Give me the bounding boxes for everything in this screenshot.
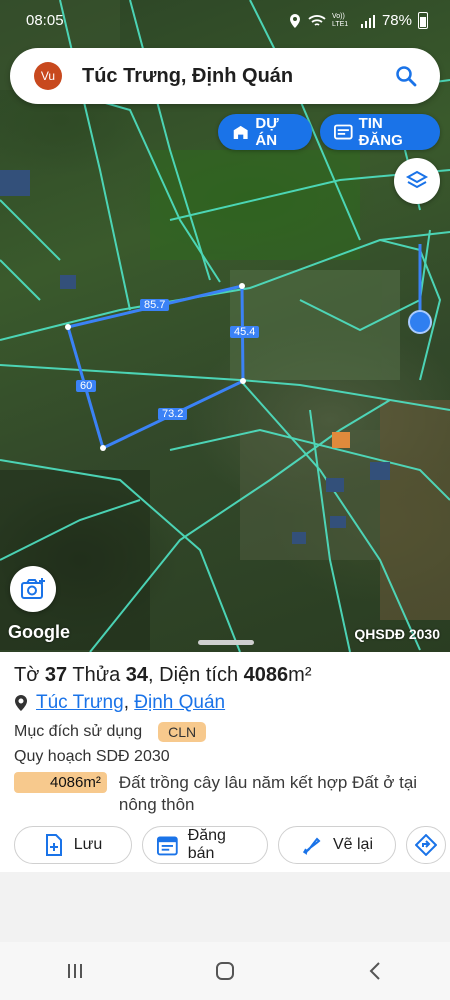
my-location-marker [408, 310, 432, 334]
sheet-footer-area [0, 872, 450, 942]
camera-icon [21, 578, 45, 599]
du-an-button[interactable]: DỰ ÁN [218, 114, 312, 150]
save-button[interactable]: Lưu [14, 826, 132, 864]
search-input[interactable]: Túc Trưng, Định Quán [82, 65, 386, 88]
status-time: 08:05 [26, 12, 64, 29]
to-label: Tờ [14, 664, 40, 686]
tin-dang-label: TIN ĐĂNG [358, 115, 403, 149]
plan-label: Quy hoạch SDĐ 2030 [14, 748, 170, 765]
layers-button[interactable] [394, 158, 440, 204]
plan-area-badge: 4086m² [14, 772, 107, 793]
directions-icon [415, 834, 437, 856]
sheet-handle[interactable] [198, 640, 254, 645]
sell-label: Đăng bán [187, 827, 226, 862]
du-an-label: DỰ ÁN [255, 115, 279, 149]
location-icon [289, 13, 300, 28]
to-value: 37 [44, 664, 68, 686]
parcel-title: Tờ 37 Thửa 34, Diện tích 4086m² [14, 664, 312, 686]
status-icons: Vo)) LTE1 78% [288, 12, 428, 29]
home-icon [216, 962, 234, 980]
recent-apps-button[interactable] [45, 951, 105, 991]
draw-icon [303, 837, 321, 855]
status-bar: 08:05 Vo)) LTE1 78% [0, 0, 450, 44]
thua-value: 34 [125, 664, 149, 686]
purpose-label: Mục đích sử dụng [14, 723, 143, 740]
district-link[interactable]: Định Quán [134, 692, 225, 713]
network-label: Vo)) LTE1 [331, 12, 349, 28]
back-icon [369, 962, 380, 980]
redraw-button[interactable]: Vẽ lại [278, 826, 396, 864]
wifi-icon [308, 14, 326, 26]
edge-label-left: 60 [76, 380, 97, 392]
add-file-icon [45, 834, 62, 856]
plan-layer-label: QHSDĐ 2030 [354, 626, 440, 642]
plan-description: Đất trồng cây lâu năm kết hợp Đất ở tại … [118, 773, 418, 814]
tin-dang-button[interactable]: TIN ĐĂNG [320, 114, 440, 150]
home-button[interactable] [195, 951, 255, 991]
news-icon [334, 124, 353, 140]
sell-button[interactable]: Đăng bán [142, 826, 268, 864]
area-value: 4086 [243, 664, 289, 686]
edge-label-right: 45.4 [230, 326, 260, 338]
building-icon [233, 125, 248, 139]
battery-icon [418, 12, 428, 29]
recents-icon [68, 964, 82, 978]
redraw-label: Vẽ lại [332, 836, 374, 853]
edge-label-bottom: 73.2 [158, 408, 188, 420]
system-nav-bar [0, 942, 450, 1000]
plan-area-row: 4086m² Đất trồng cây lâu năm kết hợp Đất… [14, 772, 444, 816]
purpose-badge: CLN [158, 722, 207, 742]
save-label: Lưu [73, 836, 103, 853]
search-bar[interactable]: Vu Túc Trưng, Định Quán [10, 48, 440, 104]
thua-label: Thửa [72, 664, 121, 686]
battery-percent: 78% [381, 12, 412, 29]
directions-button[interactable] [406, 826, 446, 864]
avatar[interactable]: Vu [34, 62, 62, 90]
commune-link[interactable]: Túc Trưng [36, 692, 124, 713]
layers-icon [405, 170, 429, 189]
area-label: Diện tích [159, 664, 239, 686]
action-buttons: Lưu Đăng bán Vẽ lại [14, 826, 446, 864]
search-icon [396, 66, 417, 87]
back-button[interactable] [345, 951, 405, 991]
land-purpose-row: Mục đích sử dụng CLN [14, 722, 207, 742]
location-separator: , [123, 692, 129, 713]
location-pin-icon [15, 695, 27, 711]
search-button[interactable] [386, 56, 426, 96]
google-logo: Google [8, 622, 70, 642]
signal-icon [360, 14, 375, 28]
add-photo-button[interactable] [10, 566, 56, 612]
parcel-location: Túc Trưng, Định Quán [14, 692, 225, 714]
calendar-icon [157, 836, 178, 856]
edge-label-top: 85.7 [140, 299, 170, 311]
map-view[interactable]: 85.7 45.4 60 73.2 08:05 Vo)) LTE1 78% Vu… [0, 0, 450, 652]
area-unit: m² [288, 664, 312, 686]
